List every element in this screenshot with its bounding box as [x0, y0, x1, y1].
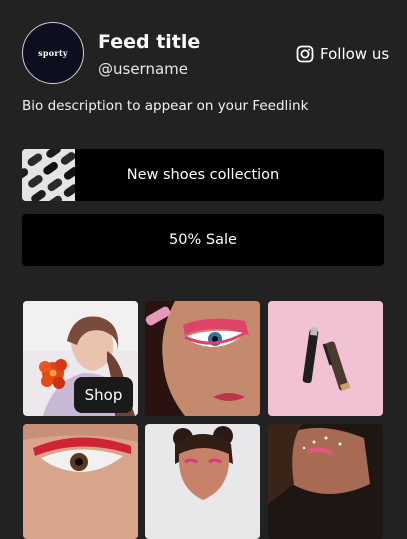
follow-us-label: Follow us	[320, 45, 390, 63]
grid-image-red-eyeliner-closeup[interactable]	[23, 424, 138, 539]
shop-button[interactable]: Shop	[74, 377, 133, 413]
instagram-icon	[296, 45, 314, 63]
username: @username	[98, 60, 188, 78]
grid-image-woman-with-sparkle-makeup[interactable]	[268, 424, 383, 539]
avatar-logo-text: sporty	[38, 48, 68, 58]
grid-image-red-eye-makeup-closeup[interactable]	[145, 301, 260, 416]
new-shoes-collection-label: New shoes collection	[126, 167, 280, 183]
bio-text: Bio description to appear on your Feedli…	[22, 98, 309, 114]
sale-label: 50% Sale	[169, 232, 237, 248]
sale-link[interactable]: 50% Sale	[22, 214, 384, 266]
shoes-thumbnail	[22, 149, 75, 201]
follow-us-button[interactable]: Follow us	[296, 44, 389, 64]
avatar[interactable]: sporty	[22, 22, 84, 84]
feed-title: Feed title	[98, 31, 201, 53]
new-shoes-collection-link[interactable]: New shoes collection	[22, 149, 384, 201]
grid-image-woman-with-hair-buns[interactable]	[145, 424, 260, 539]
grid-image-mascara-on-pink[interactable]	[268, 301, 383, 416]
